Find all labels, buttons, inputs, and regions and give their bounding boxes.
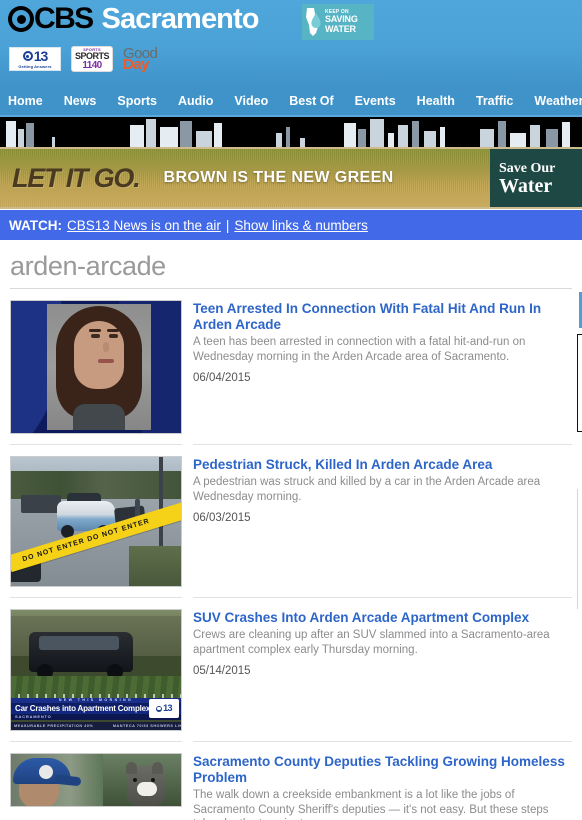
article-separator <box>10 587 572 598</box>
watch-separator: | <box>225 217 230 233</box>
article-list: Teen Arrested In Connection With Fatal H… <box>0 289 582 820</box>
main-navigation[interactable]: Home News Sports Audio Video Best Of Eve… <box>0 86 582 115</box>
nav-item-news[interactable]: News <box>64 94 97 108</box>
sidebar-widget-box-secondary[interactable] <box>577 489 582 609</box>
crash-scene-thumbnail[interactable]: DO NOT ENTER DO NOT ENTER <box>10 456 182 587</box>
article-date: 06/04/2015 <box>193 372 251 384</box>
ad-headline: LET IT GO. <box>12 162 141 193</box>
article-separator <box>10 434 572 445</box>
site-header: CBS Sacramento KEEP ON SAVING WATER 13 G… <box>0 0 582 86</box>
sidebar-widget-box[interactable] <box>577 334 582 432</box>
keep-on-saving-water-badge[interactable]: KEEP ON SAVING WATER <box>302 4 374 40</box>
suv-crash-thumbnail[interactable]: NEW THIS MORNING Car Crashes into Apartm… <box>10 609 182 731</box>
brand-market-text: Sacramento <box>101 3 260 35</box>
ad-banner-background: LET IT GO. BROWN IS THE NEW GREEN <box>0 149 490 207</box>
article-item[interactable]: Teen Arrested In Connection With Fatal H… <box>10 289 572 434</box>
logo-good-day[interactable]: Good Day <box>123 46 158 73</box>
nav-item-best-of[interactable]: Best Of <box>289 94 333 108</box>
article-text-column: Pedestrian Struck, Killed In Arden Arcad… <box>193 456 572 587</box>
article-item[interactable]: Sacramento County Deputies Tackling Grow… <box>10 742 572 820</box>
article-date: 06/03/2015 <box>193 512 251 524</box>
page-title: arden-arcade <box>10 251 572 289</box>
chyron-cbs13-logo: 13 <box>149 699 179 718</box>
article-description: A teen has been arrested in connection w… <box>193 336 526 363</box>
nav-item-video[interactable]: Video <box>234 94 268 108</box>
save-our-water-ad-banner[interactable]: LET IT GO. BROWN IS THE NEW GREEN Save O… <box>0 147 582 209</box>
nav-item-audio[interactable]: Audio <box>178 94 213 108</box>
sports-logo-bottom: 1140 <box>82 60 102 71</box>
article-thumb-column <box>10 753 182 820</box>
article-description: A pedestrian was struck and killed by a … <box>193 476 541 503</box>
cbs13-number: 13 <box>33 47 49 64</box>
watch-link-live-news[interactable]: CBS13 News is on the air <box>67 218 221 233</box>
brand-row: CBS Sacramento <box>0 0 582 42</box>
sponsor-line-2: Water <box>499 174 553 197</box>
nav-item-weather[interactable]: Weather <box>534 94 582 108</box>
page-title-wrapper: arden-arcade <box>0 240 582 289</box>
brand-cbs-text: CBS <box>34 2 94 35</box>
cbs13-tagline: Getting Answers <box>18 63 52 69</box>
article-text-column: Teen Arrested In Connection With Fatal H… <box>193 300 572 434</box>
goodday-day-text: Day <box>123 56 149 73</box>
chyron-logo-number: 13 <box>163 703 172 713</box>
cbs13-eye-icon <box>22 51 33 61</box>
article-item[interactable]: NEW THIS MORNING Car Crashes into Apartm… <box>10 598 572 731</box>
watch-label: WATCH: <box>9 217 62 233</box>
ticker-right-text: MANTECA 70/53 SHOWERS LIKELY CHANCE <box>112 724 181 728</box>
nav-item-home[interactable]: Home <box>8 94 43 108</box>
logo-cbs13[interactable]: 13 Getting Answers <box>9 47 61 71</box>
mugshot-thumbnail[interactable] <box>10 300 182 434</box>
article-thumb-column: NEW THIS MORNING Car Crashes into Apartm… <box>10 609 182 731</box>
nav-item-events[interactable]: Events <box>355 94 396 108</box>
logo-sports-1140[interactable]: SPORTS SPORTS 1140 <box>71 46 113 72</box>
watch-link-show-links[interactable]: Show links & numbers <box>234 218 368 233</box>
article-title-link[interactable]: Sacramento County Deputies Tackling Grow… <box>193 754 572 786</box>
save-our-water-logo: Save Our Water <box>490 149 582 207</box>
article-title-link[interactable]: SUV Crashes Into Arden Arcade Apartment … <box>193 610 572 626</box>
watch-alert-bar: WATCH: CBS13 News is on the air | Show l… <box>0 209 582 240</box>
sponsor-line-1: Save Our <box>499 160 556 176</box>
california-water-drop-icon <box>306 8 321 36</box>
water-badge-line3: WATER <box>325 23 356 34</box>
skyline-banner-image <box>0 115 582 147</box>
article-title-link[interactable]: Teen Arrested In Connection With Fatal H… <box>193 301 572 333</box>
article-text-column: SUV Crashes Into Arden Arcade Apartment … <box>193 609 572 731</box>
sub-logo-row: 13 Getting Answers SPORTS SPORTS 1140 Go… <box>0 44 582 74</box>
chyron-headline: Car Crashes into Apartment Complex <box>15 704 151 713</box>
deputy-with-dog-thumbnail[interactable] <box>10 753 182 807</box>
nav-item-traffic[interactable]: Traffic <box>476 94 514 108</box>
article-description: Crews are cleaning up after an SUV slamm… <box>193 629 550 656</box>
article-separator <box>10 731 572 742</box>
article-date: 05/14/2015 <box>193 665 251 677</box>
cbs-eye-icon <box>8 6 34 32</box>
nav-item-health[interactable]: Health <box>417 94 455 108</box>
article-thumb-column: DO NOT ENTER DO NOT ENTER <box>10 456 182 587</box>
article-description: The walk down a creekside embankment is … <box>193 789 549 820</box>
news-chyron: NEW THIS MORNING Car Crashes into Apartm… <box>11 698 181 722</box>
weather-ticker: MEASURABLE PRECIPITATION 40% MANTECA 70/… <box>11 722 181 730</box>
ad-tagline: BROWN IS THE NEW GREEN <box>163 169 394 186</box>
article-title-link[interactable]: Pedestrian Struck, Killed In Arden Arcad… <box>193 457 572 473</box>
ticker-left-text: MEASURABLE PRECIPITATION 40% <box>14 724 94 728</box>
article-item[interactable]: DO NOT ENTER DO NOT ENTER Pedestrian Str… <box>10 445 572 587</box>
article-text-column: Sacramento County Deputies Tackling Grow… <box>193 753 572 820</box>
article-thumb-column <box>10 300 182 434</box>
nav-item-sports[interactable]: Sports <box>117 94 157 108</box>
